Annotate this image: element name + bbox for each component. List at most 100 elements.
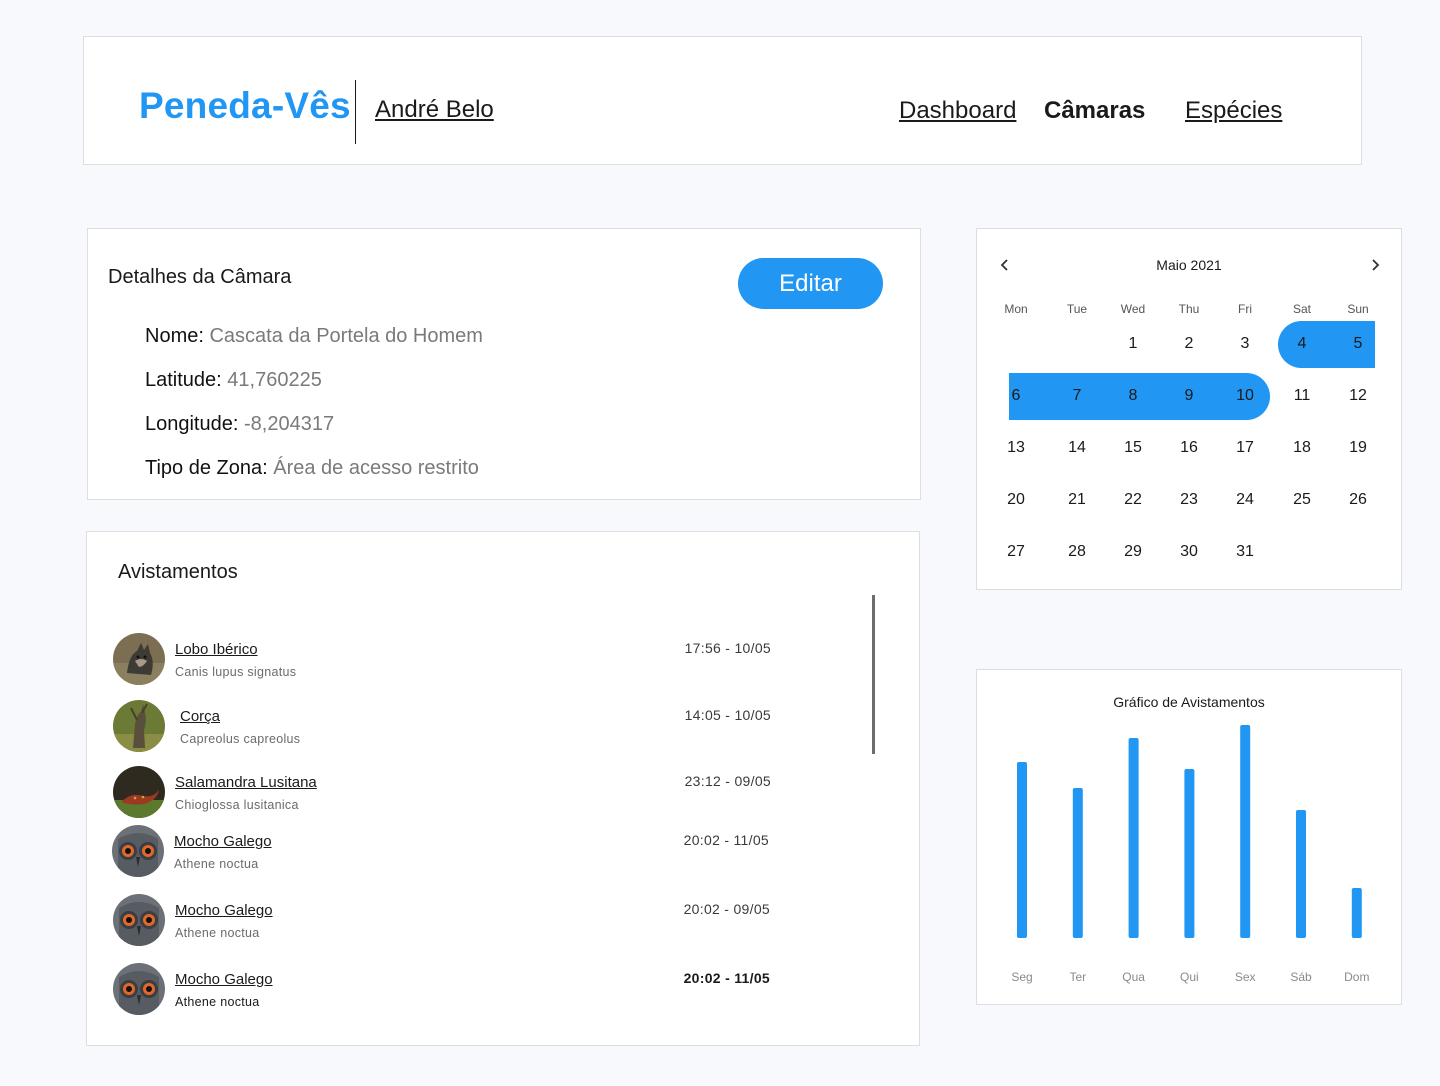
calendar-day[interactable]: 4 (1274, 321, 1330, 367)
species-scientific-name: Capreolus capreolus (180, 732, 301, 746)
chevron-right-icon[interactable] (1363, 253, 1387, 277)
calendar-day[interactable]: 3 (1217, 321, 1273, 367)
species-name[interactable]: Mocho Galego (175, 971, 273, 988)
calendar-day[interactable]: 24 (1217, 477, 1273, 523)
sighting-time: 14:05 - 10/05 (684, 707, 771, 723)
field-longitude-label: Longitude: (145, 413, 239, 435)
chart-bar-qua (1128, 738, 1139, 938)
species-name[interactable]: Corça (180, 708, 220, 725)
species-scientific-name: Canis lupus signatus (175, 665, 297, 679)
calendar-day[interactable]: 2 (1161, 321, 1217, 367)
sightings-bar-chart: Seg Ter Qua Qui Sex Sáb Dom (1011, 725, 1369, 984)
sighting-row[interactable]: Mocho Galego Athene noctua 20:02 - 11/05 (112, 825, 769, 879)
sighting-row[interactable]: Mocho Galego Athene noctua 20:02 - 09/05 (113, 894, 770, 948)
weekday-label: Fri (1238, 302, 1252, 316)
weekday-label: Sun (1347, 302, 1369, 316)
sighting-time: 20:02 - 11/05 (683, 970, 770, 986)
chart-x-tick-label: Sex (1235, 970, 1256, 984)
edit-button[interactable]: Editar (738, 258, 883, 309)
field-name-label: Nome: (145, 325, 204, 347)
deer-avatar (113, 700, 165, 752)
calendar-day[interactable]: 28 (1049, 529, 1105, 575)
chart-bar-qui (1184, 769, 1195, 938)
calendar-month-title: Maio 2021 (1156, 257, 1222, 273)
chart-x-tick-label: Dom (1344, 970, 1369, 984)
calendar-day[interactable]: 29 (1105, 529, 1161, 575)
species-name[interactable]: Mocho Galego (174, 833, 272, 850)
field-zone-type: Tipo de Zona: Área de acesso restrito (145, 457, 479, 480)
brand-divider (355, 80, 356, 144)
sightings-card: Avistamentos Lobo Ibérico Canis lupus si… (86, 531, 920, 1046)
field-zone-type-value: Área de acesso restrito (273, 457, 479, 479)
sighting-time: 20:02 - 11/05 (683, 832, 769, 848)
species-scientific-name: Chioglossa lusitanica (175, 798, 299, 812)
species-name[interactable]: Mocho Galego (175, 902, 273, 919)
weekday-label: Tue (1066, 302, 1088, 316)
chart-x-tick-label: Ter (1069, 970, 1086, 984)
species-name[interactable]: Lobo Ibérico (175, 641, 258, 658)
calendar-card: Maio 2021 Mon Tue Wed Thu Fri Sat Sun 12345678… (976, 228, 1402, 590)
calendar-day[interactable]: 23 (1161, 477, 1217, 523)
sighting-time: 23:12 - 09/05 (684, 773, 771, 789)
weekday-label: Thu (1178, 302, 1200, 316)
user-name-link[interactable]: André Belo (375, 96, 494, 124)
calendar-day[interactable]: 26 (1330, 477, 1386, 523)
sightings-chart-card: Gráfico de Avistamentos Seg Ter Qua Qui Sex S… (976, 669, 1402, 1005)
calendar-day[interactable]: 25 (1274, 477, 1330, 523)
calendar-day[interactable]: 30 (1161, 529, 1217, 575)
field-latitude-label: Latitude: (145, 369, 222, 391)
nav-species[interactable]: Espécies (1185, 97, 1282, 125)
owl-avatar (113, 894, 165, 946)
chart-bar-dom (1351, 888, 1362, 938)
chart-x-tick-label: Qui (1180, 970, 1199, 984)
chart-x-tick-label: Seg (1011, 970, 1032, 984)
calendar-day[interactable]: 12 (1330, 373, 1386, 419)
chart-bar-ter (1072, 788, 1083, 938)
calendar-day[interactable]: 7 (1049, 373, 1105, 419)
calendar-day[interactable]: 11 (1274, 373, 1330, 419)
chart-bar-sex (1240, 725, 1251, 938)
species-scientific-name: Athene noctua (175, 995, 260, 1009)
sightings-title: Avistamentos (118, 561, 238, 583)
calendar-day[interactable]: 8 (1105, 373, 1161, 419)
species-name[interactable]: Salamandra Lusitana (175, 774, 317, 791)
sighting-time: 20:02 - 09/05 (683, 901, 770, 917)
calendar-day[interactable]: 19 (1330, 425, 1386, 471)
calendar-day[interactable]: 22 (1105, 477, 1161, 523)
camera-details-title: Detalhes da Câmara (108, 266, 292, 288)
sighting-time: 17:56 - 10/05 (684, 640, 771, 656)
calendar-day[interactable]: 17 (1217, 425, 1273, 471)
calendar-day[interactable]: 5 (1330, 321, 1386, 367)
calendar-day[interactable]: 27 (988, 529, 1044, 575)
calendar-day[interactable]: 10 (1217, 373, 1273, 419)
field-latitude: Latitude: 41,760225 (145, 369, 322, 392)
sighting-row[interactable]: Mocho Galego Athene noctua 20:02 - 11/05 (113, 963, 770, 1017)
field-zone-type-label: Tipo de Zona: (145, 457, 268, 479)
species-scientific-name: Athene noctua (174, 857, 259, 871)
weekday-label: Wed (1120, 302, 1146, 316)
sighting-row[interactable]: Salamandra Lusitana Chioglossa lusitanic… (113, 766, 771, 820)
calendar-day[interactable]: 1 (1105, 321, 1161, 367)
brand-logo[interactable]: Peneda-Vês (139, 85, 351, 127)
calendar-day[interactable]: 20 (988, 477, 1044, 523)
nav-cameras[interactable]: Câmaras (1044, 97, 1145, 125)
weekday-label: Sat (1292, 302, 1311, 316)
app-header: Peneda-Vês André Belo Dashboard Câmaras … (83, 36, 1362, 165)
field-longitude: Longitude: -8,204317 (145, 413, 334, 436)
calendar-day[interactable]: 21 (1049, 477, 1105, 523)
calendar-day[interactable]: 6 (988, 373, 1044, 419)
field-name-value: Cascata da Portela do Homem (209, 325, 483, 347)
calendar-day[interactable]: 31 (1217, 529, 1273, 575)
calendar-day[interactable]: 14 (1049, 425, 1105, 471)
owl-avatar (113, 963, 165, 1015)
calendar-day[interactable]: 18 (1274, 425, 1330, 471)
nav-dashboard[interactable]: Dashboard (899, 97, 1016, 125)
calendar-day[interactable]: 15 (1105, 425, 1161, 471)
calendar-day[interactable]: 13 (988, 425, 1044, 471)
sighting-row[interactable]: Corça Capreolus capreolus 14:05 - 10/05 (113, 700, 771, 754)
sightings-scrollbar[interactable] (872, 595, 875, 754)
calendar-day[interactable]: 16 (1161, 425, 1217, 471)
field-name: Nome: Cascata da Portela do Homem (145, 325, 483, 348)
calendar-day[interactable]: 9 (1161, 373, 1217, 419)
sighting-row[interactable]: Lobo Ibérico Canis lupus signatus 17:56 … (113, 633, 771, 687)
